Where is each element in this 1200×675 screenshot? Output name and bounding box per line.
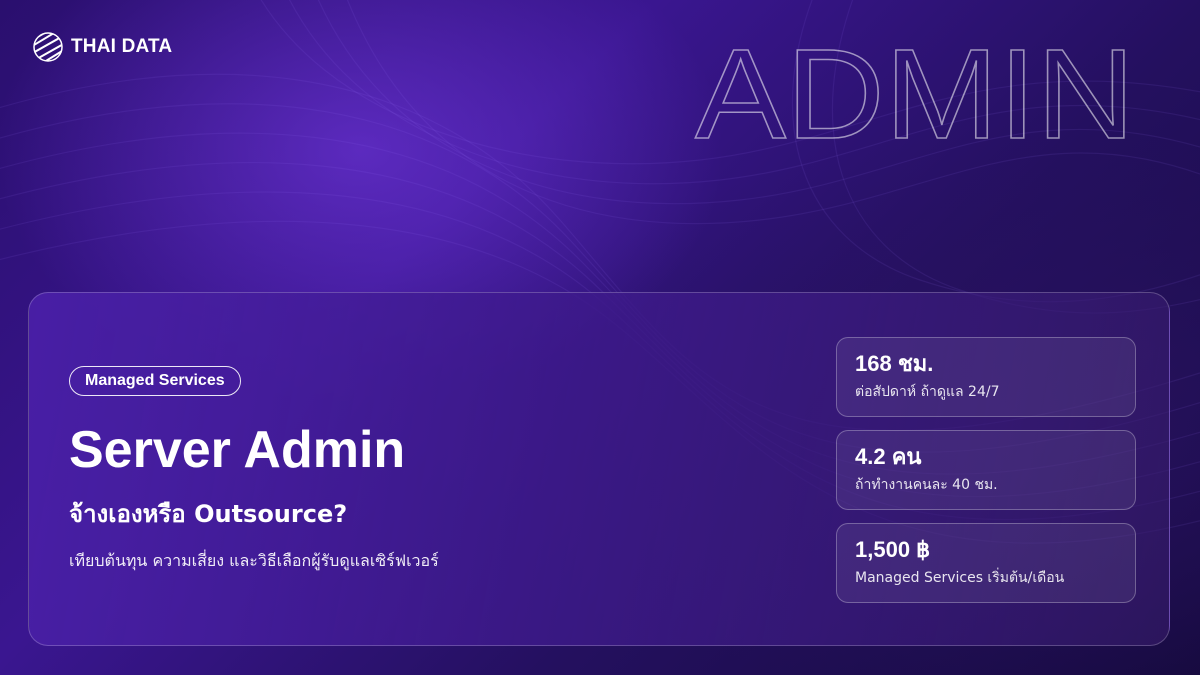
stat-value: 1,500 ฿ (855, 537, 931, 562)
stat-label: Managed Services เริ่มต้น/เดือน (855, 570, 1065, 586)
page-subtitle: จ้างเองหรือ Outsource? (69, 500, 348, 528)
stat-value: 168 ชม. (855, 351, 934, 376)
stat-card-hours: 168 ชม. ต่อสัปดาห์ ถ้าดูแล 24/7 (836, 337, 1136, 417)
page-description: เทียบต้นทุน ความเสี่ยง และวิธีเลือกผู้รั… (69, 551, 439, 570)
brand-name: THAI DATA (71, 36, 173, 57)
globe-stripes-icon (33, 32, 63, 62)
stat-card-price: 1,500 ฿ Managed Services เริ่มต้น/เดือน (836, 523, 1136, 603)
stat-label: ต่อสัปดาห์ ถ้าดูแล 24/7 (855, 384, 1000, 400)
stat-card-staff: 4.2 คน ถ้าทำงานคนละ 40 ชม. (836, 430, 1136, 510)
page-title: Server Admin (69, 421, 406, 479)
category-tag[interactable]: Managed Services (69, 366, 241, 396)
stat-value: 4.2 คน (855, 444, 922, 469)
brand-logo[interactable]: THAI DATA (33, 32, 172, 62)
stat-label: ถ้าทำงานคนละ 40 ชม. (855, 477, 998, 493)
watermark-text: ADMIN (695, 30, 1135, 160)
category-tag-label: Managed Services (85, 372, 225, 389)
hero-card: Managed Services Server Admin จ้างเองหรื… (28, 292, 1170, 646)
admin-watermark: ADMIN (694, 30, 1136, 160)
